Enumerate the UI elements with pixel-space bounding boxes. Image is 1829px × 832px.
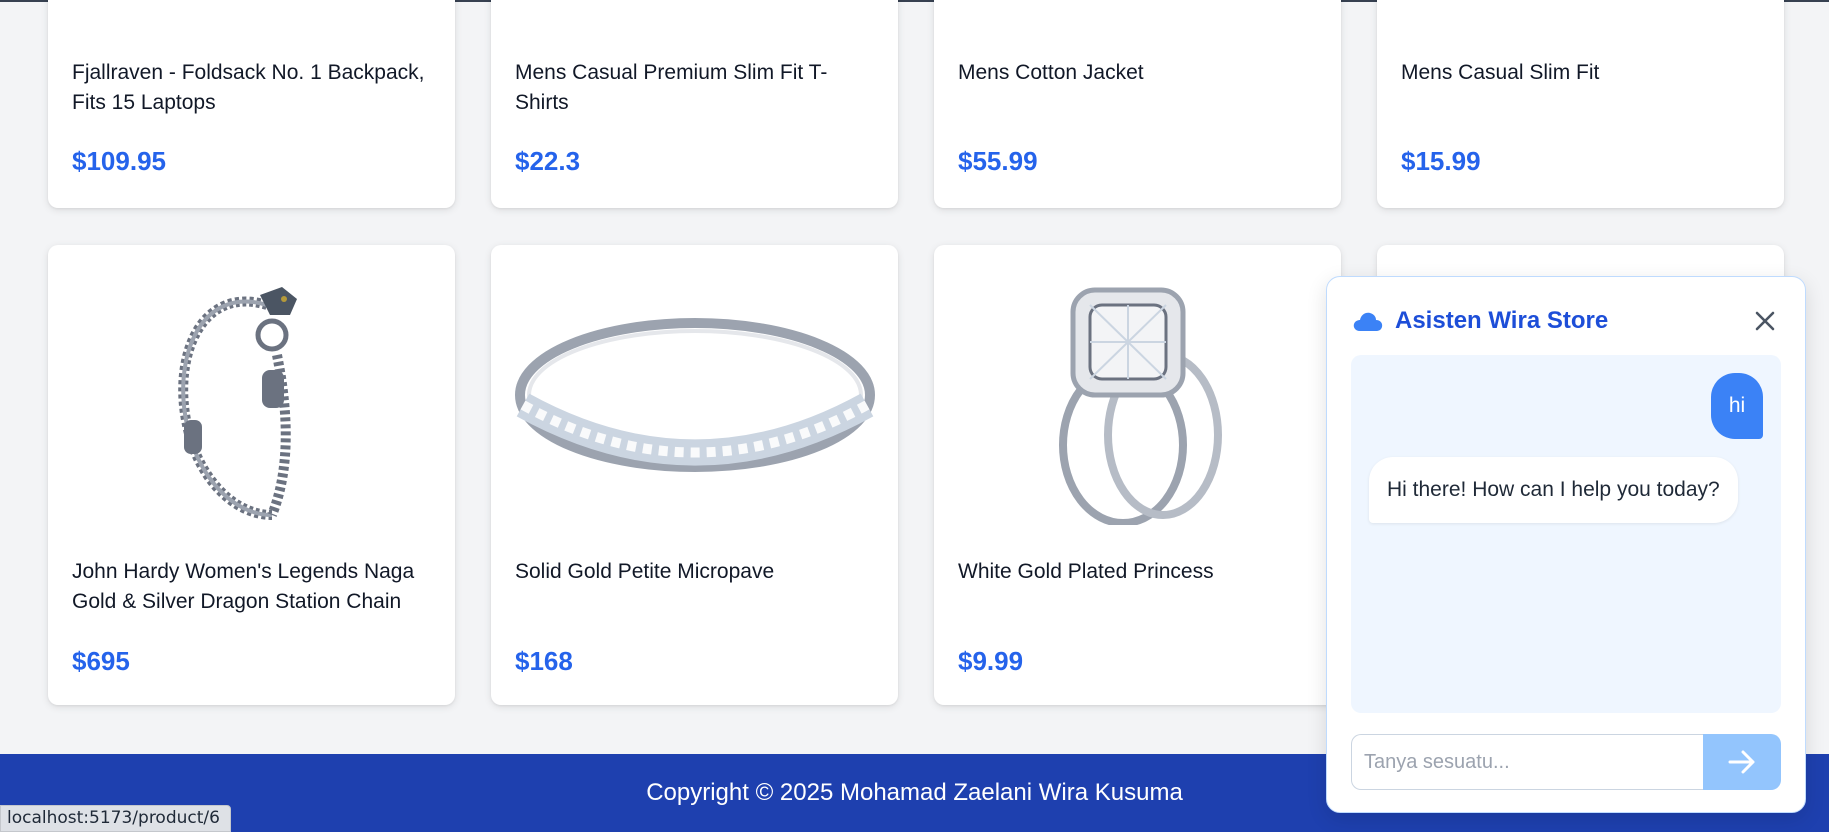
chat-messages: hi Hi there! How can I help you today? bbox=[1351, 355, 1781, 713]
product-price: $15.99 bbox=[1401, 146, 1481, 176]
product-price: $695 bbox=[72, 646, 130, 676]
product-card[interactable]: Mens Cotton Jacket $55.99 bbox=[934, 0, 1341, 208]
product-title: Mens Casual Slim Fit bbox=[1401, 61, 1600, 84]
product-title: White Gold Plated Princess bbox=[958, 560, 1214, 583]
chat-header: Asisten Wira Store bbox=[1353, 301, 1781, 341]
status-bar-url: localhost:5173/product/6 bbox=[0, 805, 231, 832]
chat-title: Asisten Wira Store bbox=[1395, 307, 1609, 334]
product-price: $22.3 bbox=[515, 146, 581, 176]
product-title: Fjallraven - Foldsack No. 1 Backpack, Fi… bbox=[72, 61, 425, 114]
chat-widget: Asisten Wira Store hi Hi there! How can … bbox=[1326, 276, 1806, 813]
chat-input[interactable] bbox=[1351, 734, 1703, 790]
product-price: $109.95 bbox=[72, 146, 166, 176]
copyright-text: Copyright © 2025 Mohamad Zaelani Wira Ku… bbox=[646, 779, 1183, 806]
product-title: Solid Gold Petite Micropave bbox=[515, 560, 775, 583]
product-card[interactable]: White Gold Plated Princess $9.99 bbox=[934, 245, 1341, 705]
close-button[interactable] bbox=[1749, 305, 1781, 337]
product-card[interactable]: Solid Gold Petite Micropave $168 bbox=[491, 245, 898, 705]
princess-ring-image bbox=[1058, 287, 1222, 525]
cloud-icon bbox=[1353, 312, 1383, 331]
product-card[interactable]: John Hardy Women's Legends Naga Gold & S… bbox=[48, 245, 455, 705]
product-card[interactable]: Fjallraven - Foldsack No. 1 Backpack, Fi… bbox=[48, 0, 455, 208]
product-title: John Hardy Women's Legends Naga Gold & S… bbox=[72, 560, 415, 621]
product-card[interactable]: Mens Casual Premium Slim Fit T-Shirts $2… bbox=[491, 0, 898, 208]
bracelet-image bbox=[177, 287, 297, 520]
product-card[interactable]: Mens Casual Slim Fit $15.99 bbox=[1377, 0, 1784, 208]
user-message: hi bbox=[1711, 373, 1763, 439]
close-icon bbox=[1755, 311, 1775, 331]
send-button[interactable] bbox=[1703, 734, 1781, 790]
product-title: Mens Cotton Jacket bbox=[958, 61, 1144, 84]
arrow-right-icon bbox=[1728, 750, 1755, 774]
product-title: Mens Casual Premium Slim Fit T-Shirts bbox=[515, 61, 828, 114]
bot-message: Hi there! How can I help you today? bbox=[1369, 457, 1738, 523]
product-price: $55.99 bbox=[958, 146, 1038, 176]
gold-ring-image bbox=[514, 318, 875, 472]
product-price: $9.99 bbox=[958, 646, 1024, 676]
product-price: $168 bbox=[515, 646, 573, 676]
